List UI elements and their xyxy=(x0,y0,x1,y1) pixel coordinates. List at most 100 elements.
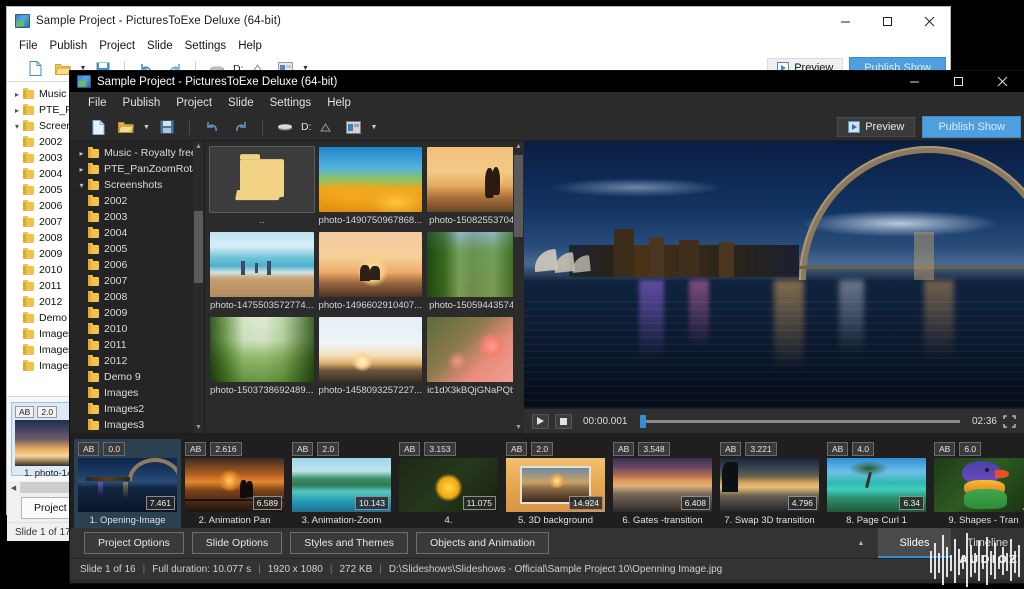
bg-menu-project[interactable]: Project xyxy=(93,39,141,53)
chevron-right-icon[interactable]: ▸ xyxy=(75,165,88,174)
slide-ab-badge[interactable]: AB xyxy=(185,442,207,456)
menu-help[interactable]: Help xyxy=(319,95,359,111)
slide-start-time[interactable]: 2.0 xyxy=(531,442,554,456)
slide-item[interactable]: AB 3.548 6.408 6. Gates -transition xyxy=(609,439,716,528)
chevron-down-icon[interactable]: ▾ xyxy=(11,122,23,131)
bg-slide-ab-badge[interactable]: AB xyxy=(15,406,35,418)
slide-ab-badge[interactable]: AB xyxy=(827,442,849,456)
file-grid[interactable]: .. photo-1490750967868... photo-15082553… xyxy=(205,141,524,402)
file-item[interactable]: photo-1496602910407... xyxy=(318,232,423,311)
tree-item-images[interactable]: Images xyxy=(70,385,204,401)
bg-title-bar[interactable]: Sample Project - PicturesToExe Deluxe (6… xyxy=(7,7,950,35)
fullscreen-icon[interactable] xyxy=(1003,414,1016,428)
chevron-right-icon[interactable]: ▸ xyxy=(11,90,23,99)
bg-menu-slide[interactable]: Slide xyxy=(141,39,179,53)
slide-start-time[interactable]: 3.221 xyxy=(745,442,777,456)
slide-item[interactable]: AB 0.0 7.461 1. Opening-Image xyxy=(74,439,181,528)
title-bar[interactable]: Sample Project - PicturesToExe Deluxe (6… xyxy=(70,71,1024,92)
drive-icon[interactable] xyxy=(271,116,299,138)
scroll-left-icon[interactable]: ◀ xyxy=(7,484,20,492)
tree-item-2007[interactable]: 2007 xyxy=(70,273,204,289)
open-folder-icon[interactable] xyxy=(112,116,140,138)
menu-project[interactable]: Project xyxy=(168,95,220,111)
slide-item[interactable]: AB 3.153 11.075 4. xyxy=(395,439,502,528)
main-window[interactable]: Sample Project - PicturesToExe Deluxe (6… xyxy=(70,71,1024,583)
tree-item-2003[interactable]: 2003 xyxy=(70,209,204,225)
stop-icon[interactable] xyxy=(555,413,572,429)
menu-slide[interactable]: Slide xyxy=(220,95,262,111)
save-icon[interactable] xyxy=(153,116,181,138)
minimize-icon[interactable] xyxy=(892,71,936,92)
view-mode-icon[interactable] xyxy=(340,116,368,138)
file-item[interactable]: photo-1490750967868... xyxy=(318,147,423,226)
tree-item-2011[interactable]: 2011 xyxy=(70,337,204,353)
tree-item-music[interactable]: ▸ Music - Royalty free xyxy=(70,145,204,161)
slide-start-time[interactable]: 3.548 xyxy=(638,442,670,456)
redo-icon[interactable] xyxy=(226,116,254,138)
slide-item[interactable]: AB 4.0 6.34 8. Page Curl 1 xyxy=(823,439,930,528)
bg-menu-publish[interactable]: Publish xyxy=(44,39,94,53)
seek-slider[interactable] xyxy=(639,414,960,428)
tree-item-2002[interactable]: 2002 xyxy=(70,193,204,209)
play-icon[interactable] xyxy=(532,413,549,429)
file-item[interactable]: photo-1458093257227... xyxy=(318,317,423,396)
tree-item-images2[interactable]: Images2 xyxy=(70,401,204,417)
view-dropdown-caret-icon[interactable]: ▼ xyxy=(368,116,381,138)
scroll-up-icon[interactable]: ▲ xyxy=(513,141,524,152)
file-item[interactable]: photo-1475503572774... xyxy=(210,232,314,311)
slide-ab-badge[interactable]: AB xyxy=(720,442,742,456)
close-icon[interactable] xyxy=(908,7,950,35)
tree-item-pte[interactable]: ▸ PTE_PanZoomRotate xyxy=(70,161,204,177)
slide-item[interactable]: AB 2.0 14.924 5. 3D background xyxy=(502,439,609,528)
open-dropdown-caret-icon[interactable]: ▼ xyxy=(140,116,153,138)
tree-item-2009[interactable]: 2009 xyxy=(70,305,204,321)
close-icon[interactable] xyxy=(980,71,1024,92)
slide-item[interactable]: AB 2.0 10.143 3. Animation-Zoom xyxy=(288,439,395,528)
folder-tree[interactable]: ▸ Music - Royalty free ▸ PTE_PanZoomRotate… xyxy=(70,141,205,433)
slide-start-time[interactable]: 3.153 xyxy=(424,442,456,456)
scroll-down-icon[interactable]: ▼ xyxy=(193,422,204,433)
action-group[interactable]: Preview Publish Show xyxy=(837,116,1021,138)
minimize-icon[interactable] xyxy=(824,7,866,35)
file-item-parent-folder[interactable]: .. xyxy=(209,146,315,226)
publish-show-button[interactable]: Publish Show xyxy=(922,116,1021,138)
chevron-right-icon[interactable]: ▸ xyxy=(11,106,23,115)
file-item[interactable]: photo-1503738692489... xyxy=(210,317,314,396)
seek-handle[interactable] xyxy=(639,414,646,428)
chevron-right-icon[interactable]: ▸ xyxy=(75,149,88,158)
slide-ab-badge[interactable]: AB xyxy=(399,442,421,456)
slide-options-button[interactable]: Slide Options xyxy=(191,532,283,554)
bg-slide-start[interactable]: 2.0 xyxy=(37,406,58,418)
tab-timeline[interactable]: Timeline xyxy=(951,528,1024,558)
slide-item[interactable]: AB 6.0 9. Shapes - Tran xyxy=(930,439,1024,528)
tree-scrollbar[interactable]: ▲ ▼ xyxy=(193,141,204,433)
slide-item[interactable]: AB 3.221 4.796 7. Swap 3D transition xyxy=(716,439,823,528)
file-browser[interactable]: .. photo-1490750967868... photo-15082553… xyxy=(205,141,524,433)
bottom-button-row[interactable]: Project Options Slide Options Styles and… xyxy=(70,528,1024,558)
tree-item-images3[interactable]: Images3 xyxy=(70,417,204,433)
tree-item-2005[interactable]: 2005 xyxy=(70,241,204,257)
playback-controls[interactable]: 00:00.001 02:36 xyxy=(524,408,1024,433)
tree-item-demo9[interactable]: Demo 9 xyxy=(70,369,204,385)
toolbar[interactable]: ▼ D: ▼ Preview Publish Show xyxy=(70,114,1024,141)
preview-button[interactable]: Preview xyxy=(837,117,916,137)
slide-start-time[interactable]: 0.0 xyxy=(103,442,126,456)
new-document-icon[interactable] xyxy=(21,58,49,80)
view-tabs[interactable]: ▲ Slides Timeline xyxy=(844,528,1024,558)
objects-and-animation-button[interactable]: Objects and Animation xyxy=(415,532,549,554)
bg-menu-help[interactable]: Help xyxy=(232,39,268,53)
slide-start-time[interactable]: 4.0 xyxy=(852,442,875,456)
tree-item-2008[interactable]: 2008 xyxy=(70,289,204,305)
scrollbar-thumb[interactable] xyxy=(514,155,523,237)
menu-settings[interactable]: Settings xyxy=(262,95,320,111)
bg-window-controls[interactable] xyxy=(824,7,950,35)
slide-ab-badge[interactable]: AB xyxy=(613,442,635,456)
bg-menu-bar[interactable]: File Publish Project Slide Settings Help xyxy=(7,35,950,56)
menu-bar[interactable]: File Publish Project Slide Settings Help xyxy=(70,92,1024,114)
tree-item-screenshots[interactable]: ▾ Screenshots xyxy=(70,177,204,193)
chevron-down-icon[interactable]: ▾ xyxy=(75,181,88,190)
slide-start-time[interactable]: 2.0 xyxy=(317,442,340,456)
up-icon[interactable] xyxy=(312,116,340,138)
menu-publish[interactable]: Publish xyxy=(115,95,169,111)
scroll-down-icon[interactable]: ▼ xyxy=(513,422,524,433)
